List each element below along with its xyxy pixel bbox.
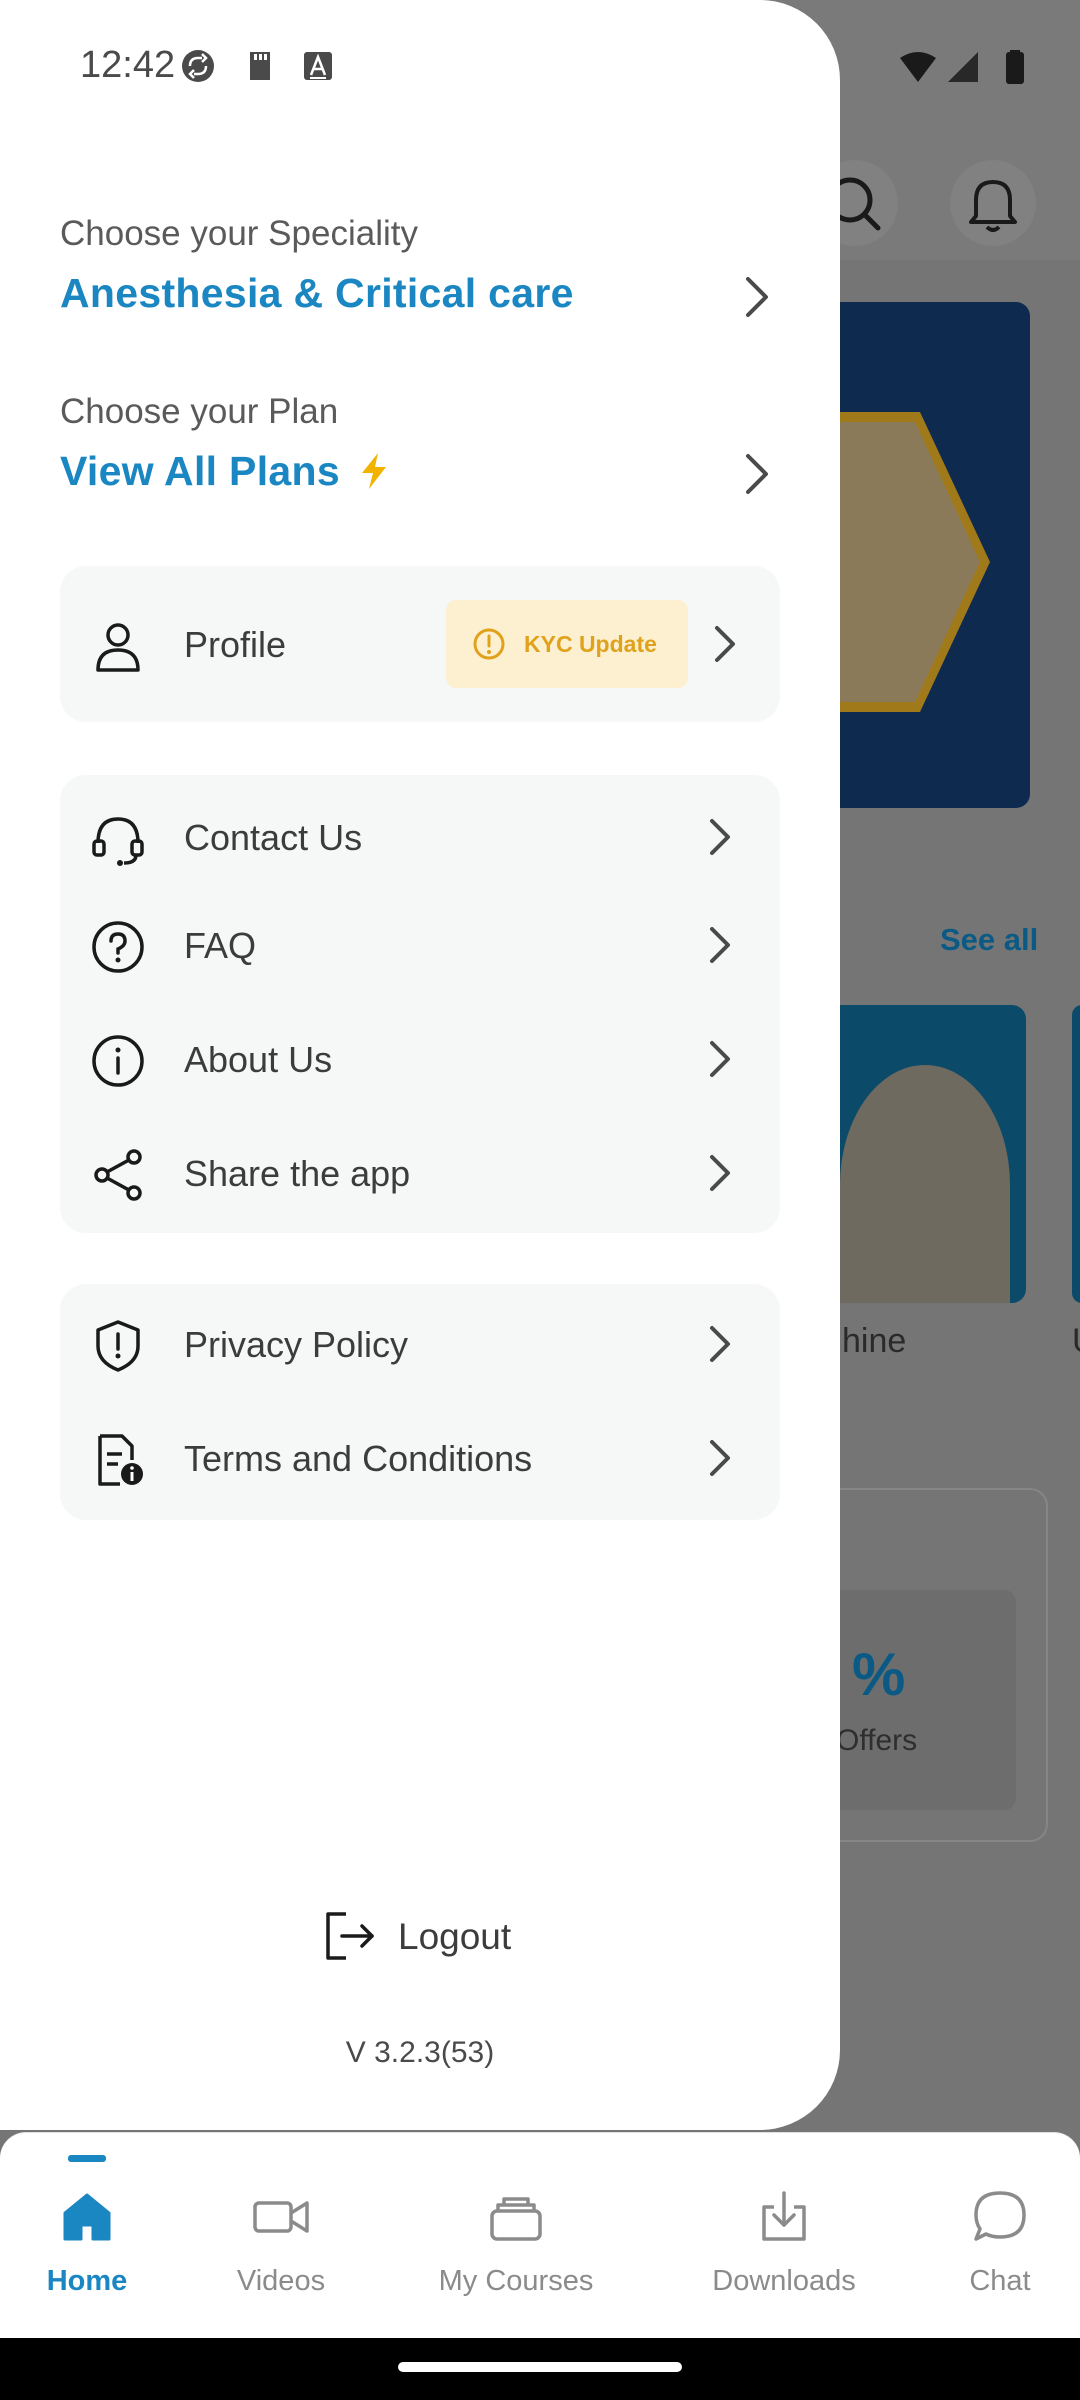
speciality-value[interactable]: Anesthesia & Critical care (60, 270, 574, 317)
sync-icon (182, 50, 214, 82)
profile-label: Profile (184, 624, 287, 665)
menu-item-label: Privacy Policy (184, 1324, 409, 1365)
chevron-right-icon (710, 1440, 730, 1476)
instructor-photo (840, 1065, 1010, 1303)
shield-icon (96, 1320, 140, 1372)
chevron-right-icon (710, 927, 730, 963)
legal-menu-card: Privacy Policy Terms and Conditions (60, 1284, 780, 1520)
menu-item-label: About Us (184, 1039, 333, 1080)
menu-item-label: Contact Us (184, 817, 363, 858)
nav-tab-chat[interactable]: Chat (900, 2187, 1080, 2317)
gesture-navigation-bar (0, 2338, 1080, 2400)
plan-value[interactable]: View All Plans (60, 448, 390, 495)
nav-tab-videos[interactable]: Videos (181, 2187, 381, 2317)
warning-circle-icon (473, 628, 505, 660)
question-icon (92, 921, 144, 973)
nav-label: Videos (236, 2265, 326, 2297)
share-icon (94, 1149, 142, 1201)
chevron-right-icon[interactable] (710, 624, 740, 664)
profile-card: Profile KYC Update (60, 566, 780, 722)
menu-item-share-app[interactable]: Share the app (60, 1123, 780, 1223)
download-icon (762, 2191, 806, 2241)
nav-tab-downloads[interactable]: Downloads (684, 2187, 884, 2317)
user-icon (96, 623, 140, 672)
logout-icon (326, 1912, 374, 1960)
plan-label: Choose your Plan (60, 392, 339, 431)
menu-item-label: Terms and Conditions (184, 1438, 533, 1479)
background-card-caption: hine (842, 1322, 907, 1360)
bottom-navigation: Home Videos My Courses Downloads Chat (0, 2132, 1080, 2339)
nav-label: Chat (969, 2265, 1031, 2297)
chevron-right-icon[interactable] (740, 275, 774, 319)
video-icon (253, 2201, 309, 2233)
nav-tab-my-courses[interactable]: My Courses (416, 2187, 616, 2317)
navigation-drawer: Choose your Speciality Anesthesia & Crit… (0, 0, 840, 2130)
wifi-signal-battery-icon (900, 50, 1024, 84)
chevron-right-icon (710, 819, 730, 855)
menu-item-privacy-policy[interactable]: Privacy Policy (60, 1294, 780, 1394)
chat-icon (974, 2191, 1026, 2241)
info-icon (92, 1035, 144, 1087)
menu-item-label: FAQ (184, 925, 257, 966)
menu-item-faq[interactable]: FAQ (60, 895, 780, 995)
lightning-icon (361, 453, 386, 489)
kyc-update-text: KYC Update (524, 631, 657, 657)
support-menu-card: Contact Us FAQ About Us Share the app (60, 775, 780, 1233)
sd-card-icon (250, 52, 270, 80)
nav-tab-home[interactable]: Home (0, 2187, 187, 2317)
system-indicators (898, 50, 1028, 91)
status-bar: 12:42 (0, 0, 1080, 130)
font-a-icon (304, 52, 332, 80)
home-icon (63, 2193, 111, 2241)
home-gesture-handle[interactable] (398, 2362, 682, 2372)
logout-label: Logout (398, 1916, 512, 1957)
headset-icon (92, 817, 144, 866)
chevron-right-icon (710, 1155, 730, 1191)
nav-label: Home (46, 2265, 128, 2297)
background-see-all-link: See all (940, 922, 1039, 957)
app-version: V 3.2.3(53) (345, 2036, 495, 2069)
background-offers-label: Offers (836, 1724, 918, 1757)
document-info-icon (98, 1434, 143, 1486)
bell-icon (969, 180, 1017, 232)
nav-label: Downloads (712, 2265, 856, 2297)
menu-item-label: Share the app (184, 1153, 411, 1194)
menu-item-about-us[interactable]: About Us (60, 1009, 780, 1109)
nav-label: My Courses (438, 2265, 594, 2297)
background-card-caption-2: U (1072, 1322, 1080, 1361)
status-time: 12:42 (80, 44, 176, 86)
chevron-right-icon[interactable] (740, 452, 774, 496)
active-tab-indicator (68, 2155, 106, 2162)
speciality-label: Choose your Speciality (60, 214, 418, 253)
menu-item-terms-conditions[interactable]: Terms and Conditions (60, 1408, 780, 1508)
chevron-right-icon (710, 1326, 730, 1362)
background-instructor-card-2 (1072, 1005, 1080, 1303)
view-all-plans-text: View All Plans (60, 448, 340, 494)
background-notification-button (950, 160, 1036, 246)
chevron-right-icon (710, 1041, 730, 1077)
courses-icon (490, 2197, 542, 2241)
menu-item-contact-us[interactable]: Contact Us (60, 787, 780, 887)
kyc-update-badge[interactable]: KYC Update (446, 600, 688, 688)
percent-icon: % (852, 1641, 906, 1708)
